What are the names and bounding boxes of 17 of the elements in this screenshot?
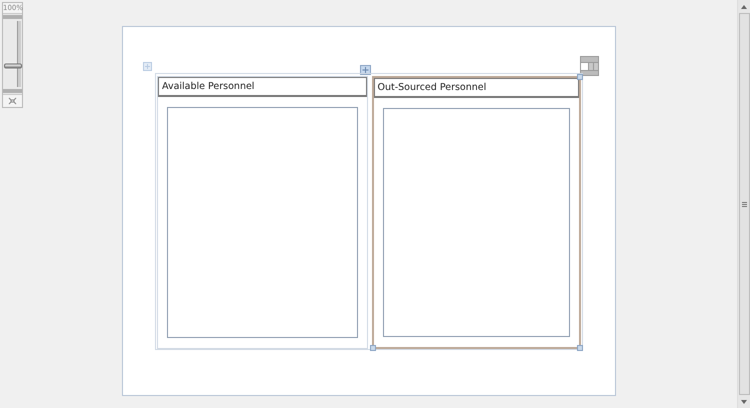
vertical-scrollbar[interactable]: [737, 0, 750, 408]
grip-icon: [742, 202, 746, 206]
move-handle-icon[interactable]: [143, 62, 152, 71]
move-handle-icon[interactable]: [360, 65, 371, 75]
personnel-panel[interactable]: Out-Sourced Personnel: [372, 76, 581, 349]
panel-header: Available Personnel: [158, 77, 366, 97]
scroll-down-icon[interactable]: [741, 400, 747, 404]
personnel-panel[interactable]: Available Personnel: [157, 76, 368, 349]
layout-icon[interactable]: [580, 56, 599, 76]
scroll-thumb[interactable]: [738, 13, 750, 395]
scroll-up-icon[interactable]: [741, 4, 747, 8]
fit-icon[interactable]: [8, 97, 17, 105]
resize-handle[interactable]: [577, 345, 583, 351]
panel-header: Out-Sourced Personnel: [374, 78, 579, 98]
resize-handle[interactable]: [370, 345, 376, 351]
resize-handle[interactable]: [577, 74, 583, 80]
zoom-thumb[interactable]: [4, 63, 22, 68]
